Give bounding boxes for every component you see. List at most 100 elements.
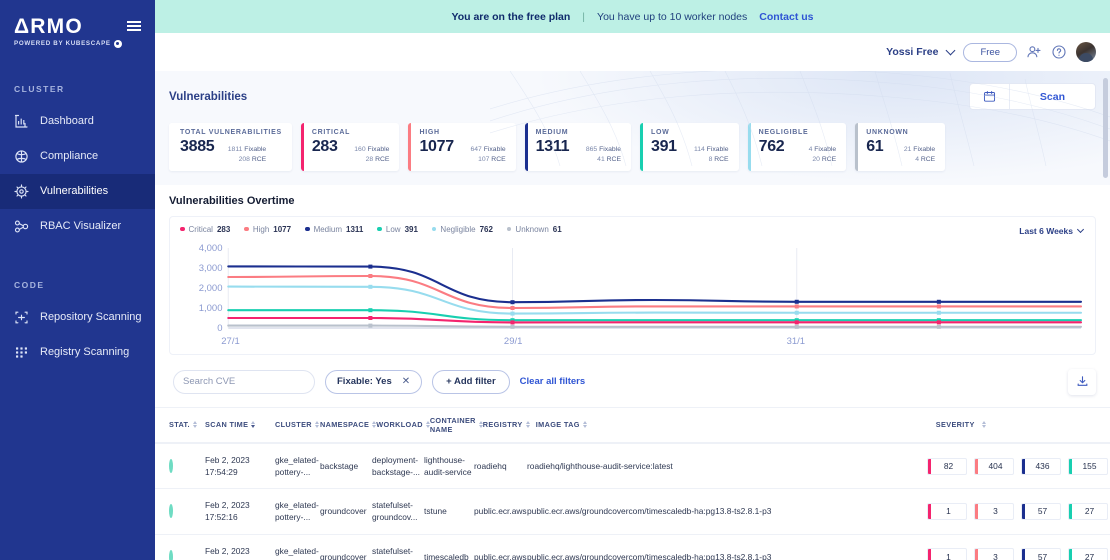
row-cell-namespace: groundcover — [320, 495, 372, 527]
plan-banner: You are on the free plan | You have up t… — [155, 0, 1110, 33]
stat-rce-count: 8 — [693, 155, 712, 165]
series-line-high — [228, 276, 1081, 308]
table-header-namespace[interactable]: NAMESPACE — [320, 412, 376, 437]
severity-value: 3 — [978, 549, 1013, 560]
stat-meta: 1811 Fixable208 RCE — [223, 145, 266, 165]
sidebar-item-rbac-visualizer[interactable]: RBAC Visualizer — [0, 209, 155, 244]
severity-badge-low: 27 — [1068, 503, 1108, 520]
table-header-image_tag[interactable]: IMAGE TAG — [536, 412, 936, 437]
table-row[interactable]: Feb 2, 2023 17:52:16gke_elated-pottery-.… — [155, 488, 1110, 533]
legend-color-dot — [507, 227, 512, 232]
legend-color-dot — [305, 227, 310, 232]
series-point — [368, 316, 372, 320]
hamburger-icon[interactable] — [127, 21, 141, 31]
stat-card-low[interactable]: LOW391114 Fixable8 RCE — [640, 123, 739, 171]
series-point — [510, 324, 514, 328]
page-title: Vulnerabilities — [169, 91, 247, 103]
stat-meta: 21 Fixable4 RCE — [892, 145, 935, 165]
filter-chip-label: Fixable: Yes — [337, 376, 392, 387]
series-point — [510, 311, 514, 315]
row-cell-severity: 13572727 — [927, 538, 1110, 560]
stat-card-medium[interactable]: MEDIUM1311865 Fixable41 RCE — [525, 123, 631, 171]
severity-badge-high: 404 — [974, 458, 1014, 475]
rbac-icon — [14, 219, 29, 234]
scan-button[interactable]: Scan — [1010, 84, 1095, 109]
stat-card-negligible[interactable]: NEGLIGIBLE7624 Fixable20 RCE — [748, 123, 847, 171]
sort-icon[interactable] — [982, 421, 986, 428]
row-cell-severity: 82404436155155 — [927, 448, 1110, 485]
severity-value: 27 — [1072, 504, 1107, 519]
user-name[interactable]: Yossi Free — [886, 46, 938, 58]
sidebar-item-vulnerabilities[interactable]: Vulnerabilities — [0, 174, 155, 209]
search-input[interactable] — [183, 376, 315, 387]
sidebar-item-compliance[interactable]: Compliance — [0, 139, 155, 174]
sidebar-item-dashboard[interactable]: Dashboard — [0, 104, 155, 139]
legend-label: Low — [386, 225, 401, 234]
calendar-icon[interactable] — [970, 84, 1010, 109]
table-header-label: IMAGE TAG — [536, 420, 580, 429]
legend-label: Unknown — [515, 225, 548, 234]
plan-pill[interactable]: Free — [963, 43, 1017, 62]
legend-item-negligible[interactable]: Negligible762 — [432, 225, 493, 234]
help-icon[interactable] — [1051, 44, 1067, 60]
sort-icon[interactable] — [193, 421, 197, 428]
legend-item-unknown[interactable]: Unknown61 — [507, 225, 562, 234]
add-filter-button[interactable]: + Add filter — [432, 370, 510, 394]
contact-us-link[interactable]: Contact us — [759, 11, 813, 23]
series-point — [368, 274, 372, 278]
stat-card-total-vulnerabilities[interactable]: TOTAL VULNERABILITIES38851811 Fixable208… — [169, 123, 292, 171]
legend-item-high[interactable]: High1077 — [244, 225, 291, 234]
series-point — [795, 304, 799, 308]
severity-badge-critical: 1 — [927, 503, 967, 520]
sort-icon[interactable] — [251, 421, 255, 428]
table-header-registry[interactable]: REGISTRY — [483, 412, 536, 437]
table-body: Feb 2, 2023 17:54:29gke_elated-pottery-.… — [155, 443, 1110, 560]
status-ok-icon — [169, 459, 173, 473]
plan-divider: | — [582, 11, 585, 23]
stat-card-high[interactable]: HIGH1077647 Fixable107 RCE — [408, 123, 515, 171]
table-header-scan_time[interactable]: SCAN TIME — [205, 412, 275, 437]
stat-card-critical[interactable]: CRITICAL283160 Fixable28 RCE — [301, 123, 400, 171]
sidebar-item-repository-scanning[interactable]: Repository Scanning — [0, 300, 155, 335]
table-row[interactable]: Feb 2, 2023 17:54:29gke_elated-pottery-.… — [155, 443, 1110, 488]
line-chart-svg — [180, 240, 1085, 348]
table-header-stat[interactable]: STAT. — [155, 412, 205, 437]
user-add-icon[interactable] — [1026, 44, 1042, 60]
chevron-down-icon[interactable] — [946, 46, 956, 56]
legend-item-medium[interactable]: Medium1311 — [305, 225, 363, 234]
table-header-workload[interactable]: WORKLOAD — [376, 412, 430, 437]
stat-fixable-count: 21 — [892, 145, 911, 155]
avatar[interactable] — [1076, 42, 1096, 62]
vertical-scrollbar[interactable] — [1103, 78, 1108, 178]
plan-headline: You are on the free plan — [451, 11, 570, 23]
clear-all-filters-link[interactable]: Clear all filters — [520, 376, 585, 387]
stat-card-unknown[interactable]: UNKNOWN6121 Fixable4 RCE — [855, 123, 945, 171]
row-cell-workload: deployment-backstage-... — [372, 444, 424, 488]
stat-rce-count: 28 — [354, 155, 373, 165]
search-cve-box[interactable] — [173, 370, 315, 394]
stat-fixable-label: Fixable — [244, 146, 266, 153]
table-row[interactable]: Feb 2, 2023 17:51:27gke_elated-pottery-.… — [155, 534, 1110, 560]
table-header-severity[interactable]: SEVERITY — [936, 412, 1110, 437]
legend-item-critical[interactable]: Critical283 — [180, 225, 230, 234]
close-icon[interactable]: ✕ — [402, 376, 410, 387]
sort-icon[interactable] — [583, 421, 587, 428]
table-header-container[interactable]: CONTAINER NAME — [430, 408, 483, 442]
severity-value: 155 — [1072, 459, 1107, 474]
row-cell-workload: statefulset-groundcov... — [372, 535, 424, 560]
download-button[interactable] — [1068, 369, 1096, 395]
vulnerabilities-icon — [14, 184, 29, 199]
content-scroll: Vulnerabilities Scan TOTAL VULNERABILITI… — [155, 71, 1110, 560]
severity-value: 3 — [978, 504, 1013, 519]
filter-chip-fixable[interactable]: Fixable: Yes ✕ — [325, 370, 422, 394]
series-line-medium — [228, 266, 1081, 302]
sort-icon[interactable] — [315, 421, 319, 428]
stat-value: 283 — [312, 138, 338, 156]
sidebar-item-registry-scanning[interactable]: Registry Scanning — [0, 335, 155, 370]
sort-icon[interactable] — [526, 421, 530, 428]
table-header-cluster[interactable]: CLUSTER — [275, 412, 320, 437]
brand-tagline-text: POWERED BY KUBESCAPE — [14, 41, 111, 47]
legend-item-low[interactable]: Low391 — [377, 225, 418, 234]
stat-fixable-count: 865 — [578, 145, 597, 155]
date-range-selector[interactable]: Last 6 Weeks — [1019, 226, 1083, 236]
